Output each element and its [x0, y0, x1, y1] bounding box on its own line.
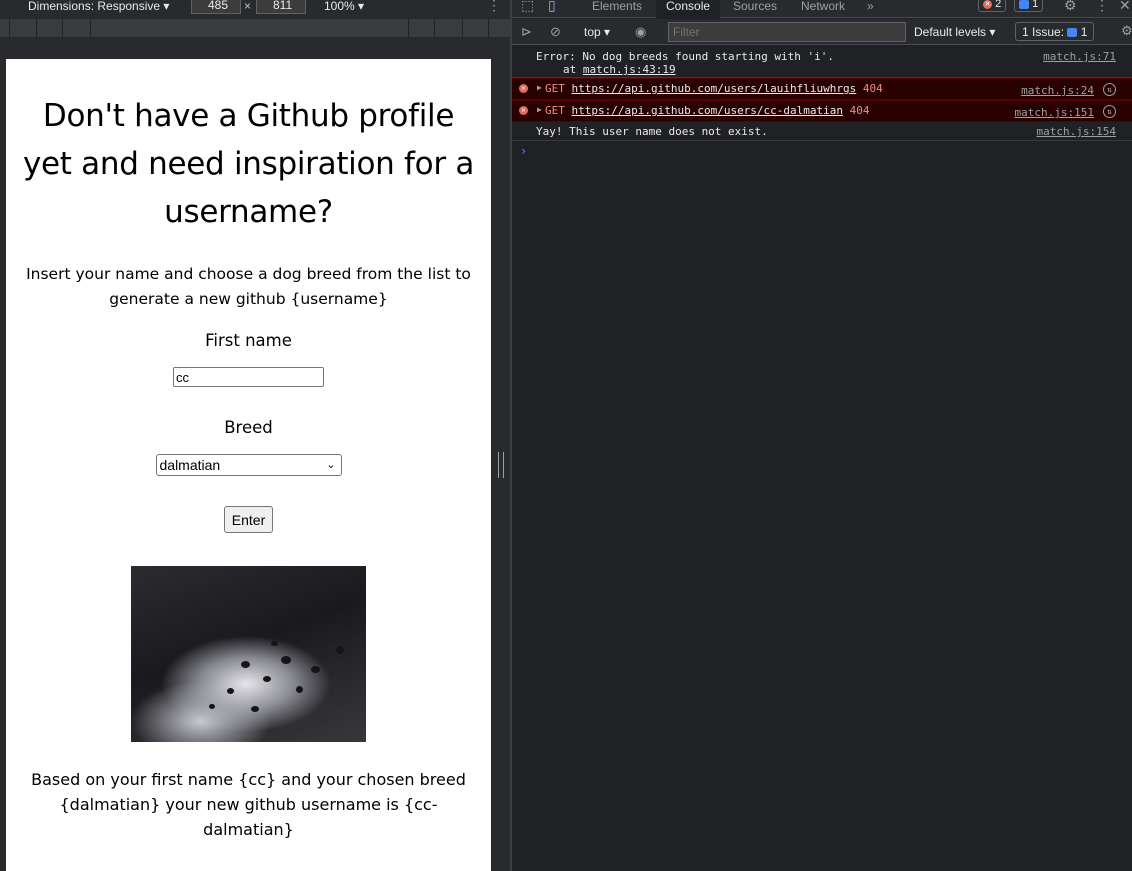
- kebab-menu-icon[interactable]: ⋮: [1095, 0, 1109, 14]
- tab-network[interactable]: Network: [801, 0, 845, 18]
- request-url-link[interactable]: https://api.github.com/users/cc-dalmatia…: [572, 104, 844, 117]
- result-text: Based on your first name {cc} and your c…: [31, 770, 466, 839]
- breed-selected-value: dalmatian: [159, 457, 221, 473]
- tab-console[interactable]: Console: [656, 0, 721, 18]
- message-text: Yay! This user name does not exist.: [536, 125, 768, 138]
- console-settings-icon[interactable]: ⚙: [1121, 23, 1132, 39]
- console-toolbar: ⊳ ⊘ top ▾ ◉ Default levels ▾ 1 Issue: 1 …: [512, 19, 1132, 45]
- source-link[interactable]: match.js:154: [1037, 125, 1116, 138]
- chevron-down-icon: ⌄: [326, 459, 336, 471]
- tab-sources[interactable]: Sources: [733, 0, 777, 18]
- expand-triangle-icon[interactable]: ▶: [537, 105, 542, 114]
- request-url-link[interactable]: https://api.github.com/users/lauihfliuwh…: [572, 82, 857, 95]
- more-options-icon[interactable]: ⋮: [487, 0, 501, 12]
- console-error-row: ✕ ▶ GET https://api.github.com/users/lau…: [512, 78, 1132, 100]
- eye-icon[interactable]: ◉: [635, 24, 646, 40]
- console-message: Yay! This user name does not exist. matc…: [512, 122, 1132, 141]
- device-toggle-icon[interactable]: ▯: [548, 0, 556, 14]
- more-tabs-icon[interactable]: »: [867, 0, 874, 18]
- console-error-row: ✕ ▶ GET https://api.github.com/users/cc-…: [512, 100, 1132, 122]
- network-request-icon[interactable]: ⇅: [1103, 83, 1116, 96]
- message-icon: [1019, 0, 1029, 9]
- source-link[interactable]: match.js:71: [1043, 50, 1116, 63]
- expand-triangle-icon[interactable]: ▶: [537, 83, 542, 92]
- log-levels-dropdown[interactable]: Default levels ▾: [914, 25, 995, 39]
- tab-elements[interactable]: Elements: [592, 0, 642, 18]
- console-messages: Error: No dog breeds found starting with…: [512, 46, 1132, 141]
- zoom-dropdown[interactable]: 100% ▾: [324, 0, 364, 12]
- stack-line: at match.js:43:19: [563, 63, 676, 76]
- context-selector[interactable]: top ▾: [584, 25, 610, 39]
- issue-icon: [1067, 28, 1078, 38]
- filter-input[interactable]: [668, 22, 906, 42]
- source-link[interactable]: match.js:24: [1021, 84, 1094, 97]
- inspect-element-icon[interactable]: ⬚: [521, 0, 534, 14]
- console-prompt-icon[interactable]: ›: [520, 144, 527, 158]
- first-name-label: First name: [205, 331, 292, 350]
- source-link[interactable]: match.js:151: [1015, 106, 1094, 119]
- first-name-input[interactable]: [173, 367, 324, 387]
- clear-console-icon[interactable]: ⊘: [550, 24, 561, 40]
- enter-button[interactable]: Enter: [224, 506, 273, 533]
- request-line: GET https://api.github.com/users/lauihfl…: [545, 82, 883, 95]
- message-text: Error: No dog breeds found starting with…: [536, 50, 835, 63]
- error-count-badge[interactable]: ✕ 2: [978, 0, 1007, 12]
- error-icon: ✕: [519, 106, 528, 115]
- breed-label: Breed: [224, 418, 273, 437]
- breed-select[interactable]: dalmatian ⌄: [155, 454, 342, 476]
- devtools-tabbar: ⬚ ▯ Elements Console Sources Network » ✕…: [512, 0, 1132, 18]
- resize-handle[interactable]: [498, 452, 504, 478]
- page-viewport: Don't have a Github profile yet and need…: [6, 59, 491, 871]
- viewport-height-input[interactable]: 811: [256, 0, 306, 14]
- page-heading: Don't have a Github profile yet and need…: [22, 98, 475, 230]
- device-toolbar: Dimensions: Responsive ▾ 485 × 811 100% …: [0, 0, 510, 18]
- intro-text: Insert your name and choose a dog breed …: [26, 265, 471, 308]
- stack-link[interactable]: match.js:43:19: [583, 63, 676, 76]
- media-query-ruler[interactable]: [0, 19, 510, 37]
- network-request-icon[interactable]: ⇅: [1103, 105, 1116, 118]
- gear-icon[interactable]: ⚙: [1064, 0, 1077, 14]
- close-icon[interactable]: ✕: [1119, 0, 1131, 14]
- message-count-badge[interactable]: 1: [1014, 0, 1044, 12]
- issues-button[interactable]: 1 Issue: 1: [1015, 22, 1095, 41]
- times-icon: ×: [244, 0, 252, 13]
- dog-image: [131, 566, 366, 742]
- console-message: Error: No dog breeds found starting with…: [512, 46, 1132, 78]
- error-icon: ✕: [519, 84, 528, 93]
- request-line: GET https://api.github.com/users/cc-dalm…: [545, 104, 870, 117]
- devtools-panel: ⬚ ▯ Elements Console Sources Network » ✕…: [512, 0, 1132, 871]
- dimensions-dropdown[interactable]: Dimensions: Responsive ▾: [28, 0, 169, 12]
- device-emulation-pane: Dimensions: Responsive ▾ 485 × 811 100% …: [0, 0, 510, 871]
- sidebar-toggle-icon[interactable]: ⊳: [521, 24, 532, 40]
- error-icon: ✕: [983, 0, 992, 9]
- viewport-width-input[interactable]: 485: [191, 0, 241, 14]
